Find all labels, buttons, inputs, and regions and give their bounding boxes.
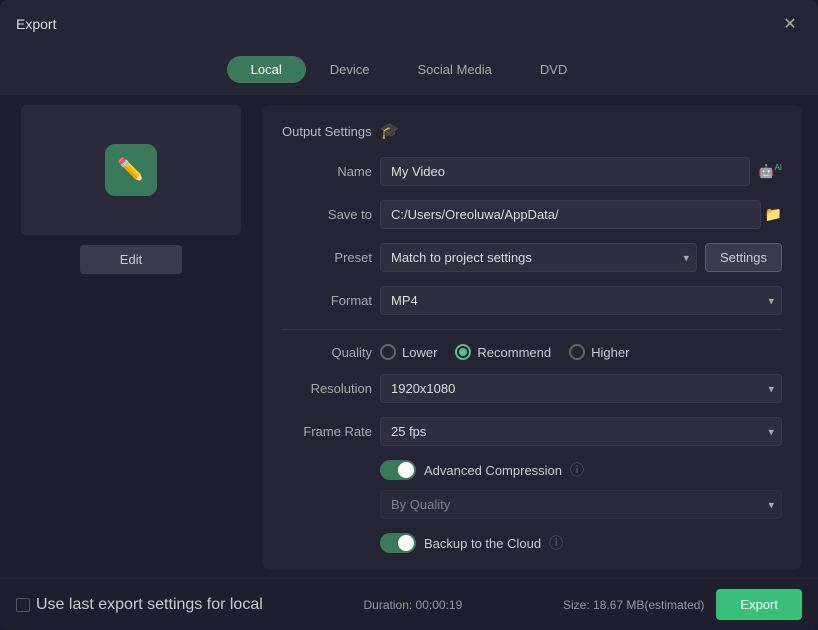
export-button[interactable]: Export xyxy=(716,589,802,620)
backup-cloud-knob xyxy=(398,535,414,551)
use-last-settings-checkbox[interactable] xyxy=(16,598,30,612)
by-quality-row: By Quality ▾ xyxy=(282,490,782,519)
quality-recommend-label: Recommend xyxy=(477,345,551,360)
frame-rate-row: Frame Rate 25 fps ▾ xyxy=(282,417,782,446)
quality-row: Quality Lower Recommend Higher xyxy=(282,344,782,360)
footer-right: Size: 18.67 MB(estimated) Export xyxy=(563,589,802,620)
output-settings-header: Output Settings 🎓 xyxy=(282,121,782,141)
use-last-settings-wrapper[interactable]: Use last export settings for local xyxy=(16,596,263,614)
window-title: Export xyxy=(16,16,56,32)
quality-higher-label: Higher xyxy=(591,345,629,360)
frame-rate-select-wrapper: 25 fps ▾ xyxy=(380,417,782,446)
quality-lower-radio[interactable] xyxy=(380,344,396,360)
advanced-compression-row: Advanced Compression ⓘ xyxy=(282,460,782,480)
name-label: Name xyxy=(282,164,372,179)
folder-icon[interactable]: 📁 xyxy=(765,206,782,223)
save-to-row: Save to 📁 xyxy=(282,200,782,229)
backup-cloud-row: Backup to the Cloud ⓘ xyxy=(282,533,782,553)
backup-cloud-label: Backup to the Cloud xyxy=(424,536,541,551)
tab-dvd[interactable]: DVD xyxy=(516,56,591,83)
backup-cloud-info-icon[interactable]: ⓘ xyxy=(549,533,563,553)
name-row: Name 🤖AI xyxy=(282,157,782,186)
by-quality-select[interactable]: By Quality xyxy=(380,490,782,519)
quality-recommend-option[interactable]: Recommend xyxy=(455,344,551,360)
preset-label: Preset xyxy=(282,250,372,265)
settings-button[interactable]: Settings xyxy=(705,243,782,272)
resolution-select-wrapper: 1920x1080 ▾ xyxy=(380,374,782,403)
footer-bar: Use last export settings for local Durat… xyxy=(0,578,818,630)
resolution-row: Resolution 1920x1080 ▾ xyxy=(282,374,782,403)
preview-icon: ✏️ xyxy=(105,144,157,196)
save-to-label: Save to xyxy=(282,207,372,222)
name-input-wrapper: 🤖AI xyxy=(380,157,782,186)
by-quality-select-wrapper: By Quality ▾ xyxy=(380,490,782,519)
save-to-input[interactable] xyxy=(380,200,761,229)
frame-rate-label: Frame Rate xyxy=(282,424,372,439)
name-input[interactable] xyxy=(380,157,750,186)
quality-label: Quality xyxy=(282,345,372,360)
quality-radio-group: Lower Recommend Higher xyxy=(380,344,782,360)
close-button[interactable]: ✕ xyxy=(778,12,802,36)
resolution-label: Resolution xyxy=(282,381,372,396)
quality-recommend-radio[interactable] xyxy=(455,344,471,360)
divider xyxy=(282,329,782,330)
duration-label: Duration: 00:00:19 xyxy=(364,598,463,612)
use-last-settings-label: Use last export settings for local xyxy=(36,596,263,614)
edit-button[interactable]: Edit xyxy=(80,245,182,274)
size-label: Size: 18.67 MB(estimated) xyxy=(563,598,704,612)
backup-cloud-toggle[interactable] xyxy=(380,533,416,553)
quality-lower-label: Lower xyxy=(402,345,437,360)
title-bar: Export ✕ xyxy=(0,0,818,48)
quality-lower-option[interactable]: Lower xyxy=(380,344,437,360)
quality-higher-radio[interactable] xyxy=(569,344,585,360)
preset-select-wrapper: Match to project settings ▾ xyxy=(380,243,697,272)
settings-hat-icon: 🎓 xyxy=(380,121,400,141)
quality-higher-option[interactable]: Higher xyxy=(569,344,629,360)
preset-select[interactable]: Match to project settings xyxy=(380,243,697,272)
tab-local[interactable]: Local xyxy=(227,56,306,83)
format-select-wrapper: MP4 ▾ xyxy=(380,286,782,315)
footer-duration: Duration: 00:00:19 xyxy=(364,598,463,612)
preview-panel: ✏️ Edit xyxy=(16,105,246,578)
format-label: Format xyxy=(282,293,372,308)
advanced-compression-toggle[interactable] xyxy=(380,460,416,480)
preview-box: ✏️ xyxy=(21,105,241,235)
advanced-compression-label: Advanced Compression xyxy=(424,463,562,478)
format-select[interactable]: MP4 xyxy=(380,286,782,315)
resolution-select[interactable]: 1920x1080 xyxy=(380,374,782,403)
tab-social-media[interactable]: Social Media xyxy=(393,56,515,83)
footer-left: Use last export settings for local xyxy=(16,596,263,614)
advanced-compression-area: Advanced Compression ⓘ xyxy=(282,460,782,480)
frame-rate-select[interactable]: 25 fps xyxy=(380,417,782,446)
save-to-wrapper: 📁 xyxy=(380,200,782,229)
advanced-compression-info-icon[interactable]: ⓘ xyxy=(570,460,584,480)
backup-cloud-area: Backup to the Cloud ⓘ xyxy=(282,533,782,553)
format-row: Format MP4 ▾ xyxy=(282,286,782,315)
toggle-knob xyxy=(398,462,414,478)
export-window: Export ✕ Local Device Social Media DVD ✏… xyxy=(0,0,818,630)
tabs-bar: Local Device Social Media DVD xyxy=(0,48,818,95)
main-content: ✏️ Edit Output Settings 🎓 Name 🤖AI Save xyxy=(0,95,818,578)
output-settings-label: Output Settings xyxy=(282,124,372,139)
settings-panel: Output Settings 🎓 Name 🤖AI Save to 📁 xyxy=(262,105,802,570)
ai-icon: 🤖AI xyxy=(758,163,782,179)
preset-row: Preset Match to project settings ▾ Setti… xyxy=(282,243,782,272)
tab-device[interactable]: Device xyxy=(306,56,394,83)
